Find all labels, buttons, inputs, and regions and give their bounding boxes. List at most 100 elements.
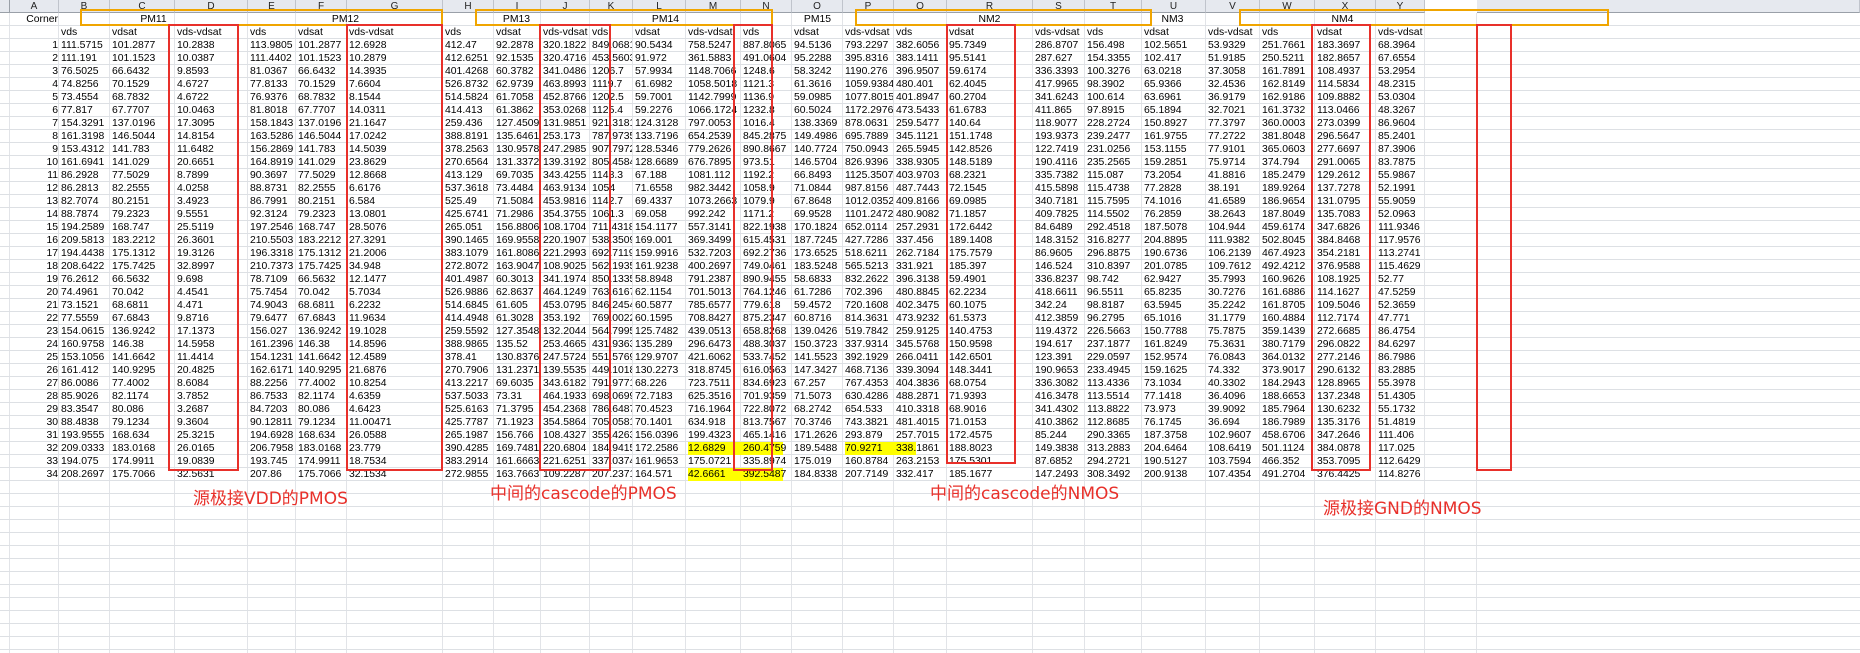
data-cell[interactable]: 204.8895 [1144, 234, 1205, 247]
data-cell[interactable]: 193.9555 [61, 429, 109, 442]
data-cell[interactable]: 82.7074 [61, 195, 109, 208]
data-cell[interactable]: 194.617 [1035, 338, 1084, 351]
data-cell[interactable]: 76.5025 [61, 65, 109, 78]
data-cell[interactable]: 156.766 [496, 429, 540, 442]
data-cell[interactable]: 71.3795 [496, 403, 540, 416]
data-cell[interactable]: 113.2741 [1378, 247, 1424, 260]
data-cell[interactable]: 84.7203 [250, 403, 295, 416]
data-cell[interactable]: 207.7149 [845, 468, 893, 481]
data-cell[interactable]: 272.9855 [445, 468, 493, 481]
data-cell[interactable]: 154.3355 [1087, 52, 1141, 65]
data-cell[interactable]: 467.4923 [1262, 247, 1314, 260]
data-cell[interactable]: 183.5248 [794, 260, 842, 273]
data-cell[interactable]: 61.3862 [496, 104, 540, 117]
data-cell[interactable]: 286.8707 [1035, 39, 1084, 52]
data-cell[interactable]: 341.4302 [1035, 403, 1084, 416]
data-cell[interactable]: 259.5592 [445, 325, 493, 338]
data-cell[interactable]: 139.0426 [794, 325, 842, 338]
data-cell[interactable]: 814.3631 [845, 312, 893, 325]
data-cell[interactable]: 292.4518 [1087, 221, 1141, 234]
data-cell[interactable]: 468.7136 [845, 364, 893, 377]
data-cell[interactable]: 403.9703 [896, 169, 946, 182]
data-cell[interactable]: 58.3242 [794, 65, 842, 78]
data-cell[interactable]: 425.7787 [445, 416, 493, 429]
data-cell[interactable]: 210.5503 [250, 234, 295, 247]
data-cell[interactable]: 767.4353 [845, 377, 893, 390]
sub-header-cell[interactable]: vdsat [794, 26, 842, 39]
data-cell[interactable]: 168.634 [112, 429, 174, 442]
data-cell[interactable]: 80.2151 [112, 195, 174, 208]
data-cell[interactable]: 174.9911 [298, 455, 346, 468]
data-cell[interactable]: 101.1523 [298, 52, 346, 65]
data-cell[interactable]: 161.9755 [1144, 130, 1205, 143]
data-cell[interactable]: 63.0218 [1144, 65, 1205, 78]
data-cell[interactable]: 36.694 [1208, 416, 1259, 429]
data-cell[interactable]: 425.6741 [445, 208, 493, 221]
data-cell[interactable]: 414.413 [445, 104, 493, 117]
data-cell[interactable]: 141.783 [112, 143, 174, 156]
data-cell[interactable]: 1172.2976 [845, 104, 893, 117]
data-cell[interactable]: 81.0367 [250, 65, 295, 78]
data-cell[interactable]: 152.9574 [1144, 351, 1205, 364]
data-cell[interactable]: 161.8705 [1262, 299, 1314, 312]
data-cell[interactable]: 175.1312 [112, 247, 174, 260]
data-cell[interactable]: 416.3478 [1035, 390, 1084, 403]
data-cell[interactable]: 537.5033 [445, 390, 493, 403]
data-cell[interactable]: 374.794 [1262, 156, 1314, 169]
column-header-a[interactable]: A [10, 0, 59, 13]
sub-header-cell[interactable]: vds [61, 26, 109, 39]
select-all-corner[interactable] [0, 0, 10, 13]
data-cell[interactable]: 492.4212 [1262, 260, 1314, 273]
sub-header-cell[interactable]: vdsat [298, 26, 346, 39]
data-cell[interactable]: 161.6941 [61, 156, 109, 169]
data-cell[interactable]: 67.7707 [298, 104, 346, 117]
data-cell[interactable]: 417.9965 [1035, 78, 1084, 91]
data-cell[interactable]: 117.025 [1378, 442, 1424, 455]
data-cell[interactable]: 259.9125 [896, 325, 946, 338]
data-cell[interactable]: 59.7001 [635, 91, 685, 104]
data-cell[interactable]: 414.4948 [445, 312, 493, 325]
data-cell[interactable]: 1190.276 [845, 65, 893, 78]
row-index-cell[interactable]: 2 [12, 52, 58, 65]
row-index-cell[interactable]: 10 [12, 156, 58, 169]
data-cell[interactable]: 131.2371 [496, 364, 540, 377]
data-cell[interactable]: 127.3548 [496, 325, 540, 338]
data-cell[interactable]: 77.2722 [1208, 130, 1259, 143]
data-cell[interactable]: 82.1174 [298, 390, 346, 403]
data-cell[interactable]: 138.3369 [794, 117, 842, 130]
data-cell[interactable]: 160.8784 [845, 455, 893, 468]
data-cell[interactable]: 79.2323 [298, 208, 346, 221]
data-cell[interactable]: 69.9528 [794, 208, 842, 221]
data-cell[interactable]: 39.9092 [1208, 403, 1259, 416]
data-cell[interactable]: 111.406 [1378, 429, 1424, 442]
data-cell[interactable]: 404.3836 [896, 377, 946, 390]
data-cell[interactable]: 73.2054 [1144, 169, 1205, 182]
data-cell[interactable]: 111.5715 [61, 39, 109, 52]
data-cell[interactable]: 80.2151 [298, 195, 346, 208]
data-cell[interactable]: 525.6163 [445, 403, 493, 416]
data-cell[interactable]: 86.7533 [250, 390, 295, 403]
data-cell[interactable]: 76.2612 [61, 273, 109, 286]
row-index-cell[interactable]: 21 [12, 299, 58, 312]
data-cell[interactable]: 77.8133 [250, 78, 295, 91]
data-cell[interactable]: 335.7382 [1035, 169, 1084, 182]
data-cell[interactable]: 161.412 [61, 364, 109, 377]
data-cell[interactable]: 175.1312 [298, 247, 346, 260]
data-cell[interactable]: 338.9305 [896, 156, 946, 169]
data-cell[interactable]: 75.7875 [1208, 325, 1259, 338]
data-cell[interactable]: 62.8637 [496, 286, 540, 299]
data-cell[interactable]: 30.7276 [1208, 286, 1259, 299]
data-cell[interactable]: 189.9264 [1262, 182, 1314, 195]
data-cell[interactable]: 168.747 [298, 221, 346, 234]
row-index-cell[interactable]: 19 [12, 273, 58, 286]
data-cell[interactable]: 59.2276 [635, 104, 685, 117]
data-cell[interactable]: 190.6736 [1144, 247, 1205, 260]
data-cell[interactable]: 154.1177 [635, 221, 685, 234]
data-cell[interactable]: 70.1529 [112, 78, 174, 91]
data-cell[interactable]: 71.1923 [496, 416, 540, 429]
data-cell[interactable]: 85.244 [1035, 429, 1084, 442]
data-cell[interactable]: 160.9758 [61, 338, 109, 351]
data-cell[interactable]: 73.4554 [61, 91, 109, 104]
data-cell[interactable]: 413.2217 [445, 377, 493, 390]
data-cell[interactable]: 127.4509 [496, 117, 540, 130]
